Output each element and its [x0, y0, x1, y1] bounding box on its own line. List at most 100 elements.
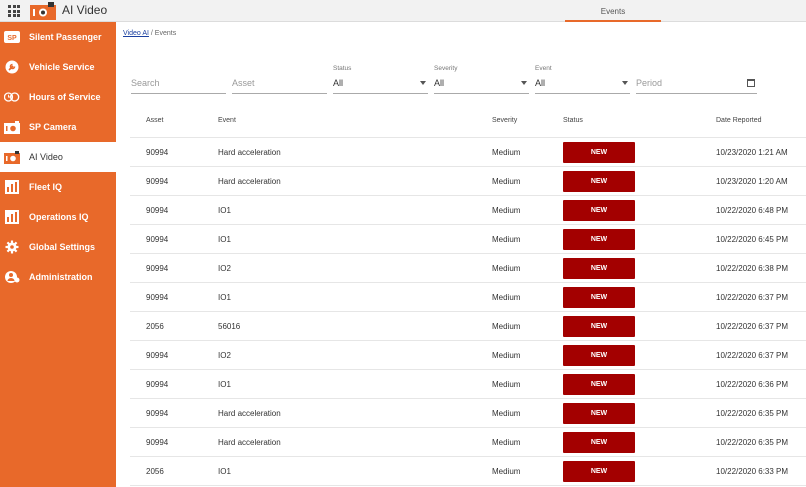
cell-asset: 90994: [146, 148, 169, 157]
gear-icon: [4, 240, 20, 254]
wrench-icon: [4, 60, 20, 74]
sidebar-item-silent-passenger[interactable]: SP Silent Passenger: [0, 22, 116, 52]
video-camera-icon: [4, 150, 20, 164]
asset-input[interactable]: Asset: [232, 64, 327, 94]
table-row[interactable]: 90994 IO1 Medium NEW 10/22/2020 6:36 PM: [130, 370, 806, 399]
column-header-event[interactable]: Event: [218, 117, 236, 124]
asset-placeholder: Asset: [232, 78, 255, 88]
table-row[interactable]: 90994 Hard acceleration Medium NEW 10/22…: [130, 399, 806, 428]
table-row[interactable]: 90994 Hard acceleration Medium NEW 10/23…: [130, 167, 806, 196]
column-header-severity[interactable]: Severity: [492, 117, 517, 124]
period-input[interactable]: Period: [636, 64, 757, 94]
table-row[interactable]: 2056 56016 Medium NEW 10/22/2020 6:37 PM: [130, 312, 806, 341]
severity-label: Severity: [434, 65, 458, 72]
sidebar-item-sp-camera[interactable]: SP Camera: [0, 112, 116, 142]
cell-severity: Medium: [492, 264, 521, 273]
bar-chart-icon: [4, 210, 20, 224]
sidebar-item-operations-iq[interactable]: Operations IQ: [0, 202, 116, 232]
cell-severity: Medium: [492, 380, 521, 389]
table-row[interactable]: 90994 Hard acceleration Medium NEW 10/22…: [130, 428, 806, 457]
status-badge: NEW: [563, 374, 635, 395]
table-row[interactable]: 90994 IO1 Medium NEW 10/22/2020 6:45 PM: [130, 225, 806, 254]
sidebar-item-fleet-iq[interactable]: Fleet IQ: [0, 172, 116, 202]
chevron-down-icon: [622, 81, 628, 85]
sidebar-item-global-settings[interactable]: Global Settings: [0, 232, 116, 262]
cell-event: IO1: [218, 235, 231, 244]
sidebar-item-vehicle-service[interactable]: Vehicle Service: [0, 52, 116, 82]
column-header-status[interactable]: Status: [563, 117, 583, 124]
column-header-asset[interactable]: Asset: [146, 117, 164, 124]
status-badge: NEW: [563, 403, 635, 424]
table-row[interactable]: 90994 IO1 Medium NEW 10/22/2020 6:48 PM: [130, 196, 806, 225]
tab-events[interactable]: Events: [565, 0, 661, 22]
breadcrumb-link-video-ai[interactable]: Video AI: [123, 30, 149, 37]
column-header-date-reported[interactable]: Date Reported: [716, 117, 762, 124]
sidebar-item-label: Fleet IQ: [29, 182, 63, 192]
ai-video-logo-icon: [30, 2, 56, 20]
table-row[interactable]: 90994 IO2 Medium NEW 10/22/2020 6:37 PM: [130, 341, 806, 370]
table-row[interactable]: 2056 IO1 Medium NEW 10/22/2020 6:33 PM: [130, 457, 806, 486]
sidebar-item-ai-video[interactable]: AI Video: [0, 142, 116, 172]
status-badge: NEW: [563, 171, 635, 192]
cell-event: IO1: [218, 467, 231, 476]
cell-severity: Medium: [492, 293, 521, 302]
camera-icon: [4, 120, 20, 134]
event-label: Event: [535, 65, 552, 72]
table-row[interactable]: 90994 IO2 Medium NEW 10/22/2020 6:38 PM: [130, 254, 806, 283]
status-badge: NEW: [563, 432, 635, 453]
cell-date: 10/22/2020 6:35 PM: [716, 409, 789, 418]
sidebar-item-label: Global Settings: [29, 242, 96, 252]
status-badge: NEW: [563, 229, 635, 250]
app-grid-icon[interactable]: [8, 5, 20, 17]
cell-severity: Medium: [492, 409, 521, 418]
status-select[interactable]: Status All: [333, 64, 428, 94]
status-badge: NEW: [563, 345, 635, 366]
cell-date: 10/22/2020 6:37 PM: [716, 293, 789, 302]
hos-icon: [4, 90, 20, 104]
cell-date: 10/22/2020 6:33 PM: [716, 467, 789, 476]
sidebar-item-label: Silent Passenger: [29, 32, 102, 42]
admin-icon: [4, 270, 20, 284]
search-input[interactable]: Search: [131, 64, 226, 94]
period-placeholder: Period: [636, 78, 663, 88]
cell-asset: 2056: [146, 467, 164, 476]
cell-asset: 90994: [146, 293, 169, 302]
sidebar-item-label: Administration: [29, 272, 93, 282]
cell-event: IO1: [218, 380, 231, 389]
status-badge: NEW: [563, 142, 635, 163]
status-badge: NEW: [563, 316, 635, 337]
severity-value: All: [434, 78, 445, 88]
bar-chart-icon: [4, 180, 20, 194]
cell-asset: 90994: [146, 409, 169, 418]
sidebar-item-label: Hours of Service: [29, 92, 101, 102]
sidebar-item-hours-of-service[interactable]: Hours of Service: [0, 82, 116, 112]
sidebar-item-administration[interactable]: Administration: [0, 262, 116, 292]
cell-date: 10/22/2020 6:37 PM: [716, 351, 789, 360]
breadcrumb: Video AI / Events: [123, 30, 176, 37]
cell-severity: Medium: [492, 235, 521, 244]
cell-severity: Medium: [492, 206, 521, 215]
sidebar-item-label: AI Video: [29, 152, 63, 162]
status-badge: NEW: [563, 461, 635, 482]
cell-date: 10/22/2020 6:48 PM: [716, 206, 789, 215]
sidebar: SP Silent Passenger Vehicle Service Hour…: [0, 22, 116, 487]
status-value: All: [333, 78, 344, 88]
cell-asset: 2056: [146, 322, 164, 331]
cell-asset: 90994: [146, 438, 169, 447]
table-row[interactable]: 90994 IO1 Medium NEW 10/22/2020 6:37 PM: [130, 283, 806, 312]
cell-event: Hard acceleration: [218, 148, 281, 157]
breadcrumb-current: Events: [154, 30, 177, 37]
cell-event: 56016: [218, 322, 241, 331]
sidebar-item-label: SP Camera: [29, 122, 77, 132]
cell-date: 10/22/2020 6:35 PM: [716, 438, 789, 447]
cell-event: IO2: [218, 351, 231, 360]
severity-select[interactable]: Severity All: [434, 64, 529, 94]
sp-icon: SP: [4, 30, 20, 44]
event-select[interactable]: Event All: [535, 64, 630, 94]
calendar-icon[interactable]: [747, 79, 755, 87]
cell-asset: 90994: [146, 206, 169, 215]
cell-asset: 90994: [146, 351, 169, 360]
svg-text:SP: SP: [7, 35, 17, 42]
sidebar-item-label: Operations IQ: [29, 212, 89, 222]
table-row[interactable]: 90994 Hard acceleration Medium NEW 10/23…: [130, 138, 806, 167]
